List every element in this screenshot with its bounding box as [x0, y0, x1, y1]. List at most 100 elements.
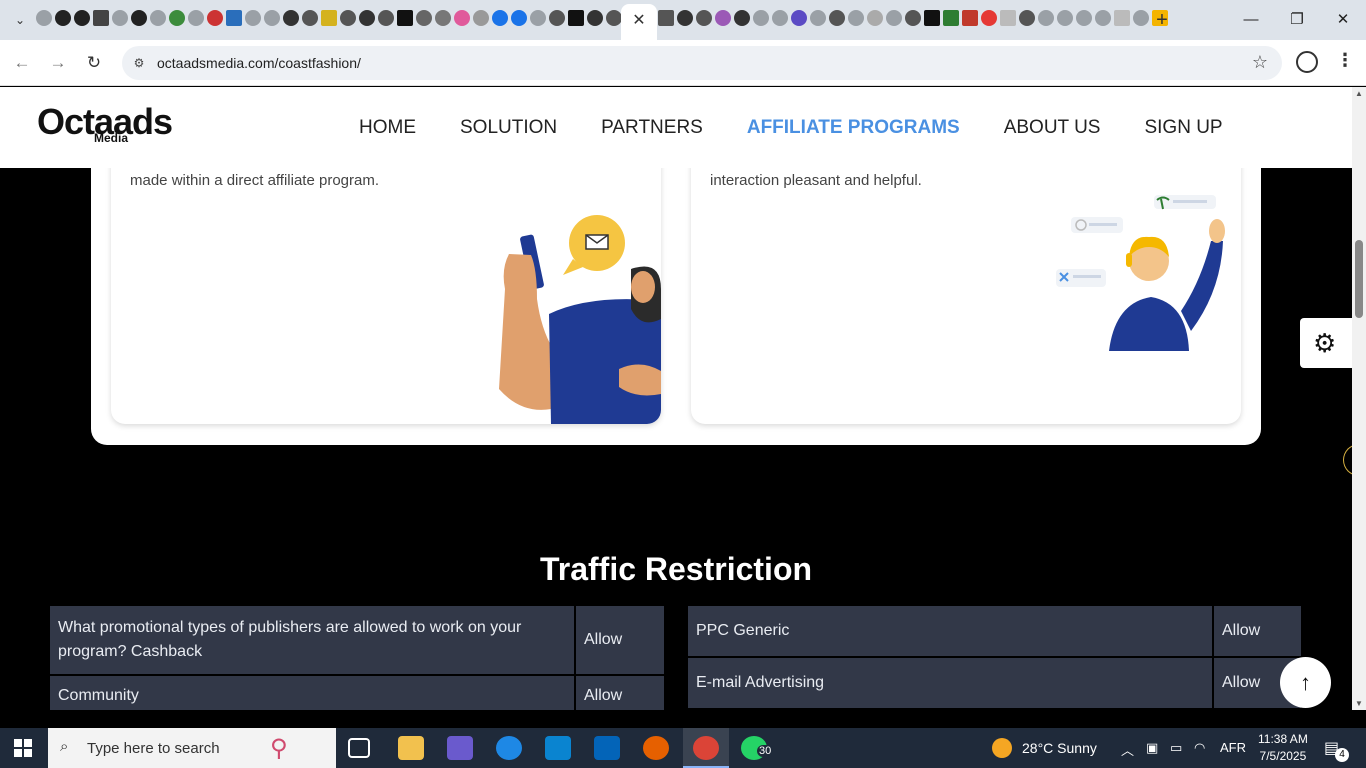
- system-clock[interactable]: 11:38 AM 7/5/2025: [1258, 731, 1308, 765]
- wifi-icon[interactable]: ◠: [1194, 740, 1205, 756]
- tab-favicon-icon[interactable]: [924, 10, 940, 26]
- scrollbar-thumb[interactable]: [1355, 240, 1363, 318]
- side-widget[interactable]: [1343, 444, 1352, 476]
- close-window-button[interactable]: ✕: [1320, 0, 1366, 40]
- tab-favicon-icon[interactable]: [226, 10, 242, 26]
- scroll-to-top-button[interactable]: ↑: [1280, 657, 1331, 708]
- windows-start-icon[interactable]: [14, 739, 32, 757]
- tab-favicon-icon[interactable]: [696, 10, 712, 26]
- scroll-up-icon[interactable]: ▲: [1355, 89, 1363, 98]
- tab-favicon-icon[interactable]: [169, 10, 185, 26]
- tab-favicon-icon[interactable]: [734, 10, 750, 26]
- tab-favicon-icon[interactable]: [715, 10, 731, 26]
- tab-favicon-icon[interactable]: [511, 10, 527, 26]
- tab-search-icon[interactable]: ⌄: [8, 8, 32, 32]
- tab-favicon-icon[interactable]: [1000, 10, 1016, 26]
- tab-favicon-icon[interactable]: [962, 10, 978, 26]
- tab-favicon-icon[interactable]: [492, 10, 508, 26]
- nav-solution[interactable]: SOLUTION: [460, 117, 557, 139]
- tab-favicon-icon[interactable]: [848, 10, 864, 26]
- microsoft-store-icon[interactable]: [545, 736, 571, 760]
- tab-favicon-icon[interactable]: [416, 10, 432, 26]
- tab-favicon-icon[interactable]: [55, 10, 71, 26]
- close-tab-icon[interactable]: ✕: [632, 12, 645, 29]
- tab-favicon-icon[interactable]: [112, 10, 128, 26]
- minimize-button[interactable]: —: [1228, 0, 1274, 40]
- settings-button[interactable]: ⚙: [1300, 318, 1352, 368]
- tab-favicon-icon[interactable]: [568, 10, 584, 26]
- tab-favicon-icon[interactable]: [905, 10, 921, 26]
- tab-favicon-icon[interactable]: [378, 10, 394, 26]
- tab-favicon-icon[interactable]: [530, 10, 546, 26]
- site-info-icon[interactable]: ⚙: [130, 54, 148, 72]
- address-bar[interactable]: ⚙ octaadsmedia.com/coastfashion/ ☆: [122, 46, 1282, 80]
- scroll-down-icon[interactable]: ▼: [1355, 699, 1363, 708]
- tab-favicon-icon[interactable]: [1095, 10, 1111, 26]
- tab-favicon-icon[interactable]: [677, 10, 693, 26]
- tab-favicon-icon[interactable]: [753, 10, 769, 26]
- nav-sign-up[interactable]: SIGN UP: [1144, 117, 1222, 139]
- nav-partners[interactable]: PARTNERS: [601, 117, 703, 139]
- tab-favicon-icon[interactable]: [549, 10, 565, 26]
- nav-affiliate-programs[interactable]: AFFILIATE PROGRAMS: [747, 117, 960, 139]
- firefox-icon[interactable]: [643, 736, 669, 760]
- tab-favicon-icon[interactable]: [454, 10, 470, 26]
- tab-favicon-icon[interactable]: [658, 10, 674, 26]
- tab-favicon-icon[interactable]: [473, 10, 489, 26]
- tab-favicon-icon[interactable]: [772, 10, 788, 26]
- url-text[interactable]: octaadsmedia.com/coastfashion/: [157, 55, 361, 71]
- tab-favicon-icon[interactable]: [207, 10, 223, 26]
- file-explorer-icon[interactable]: [398, 736, 424, 760]
- tab-favicon-icon[interactable]: [321, 10, 337, 26]
- taskbar-search-box[interactable]: ⌕ Type here to search ⚲: [48, 728, 336, 768]
- tab-favicon-icon[interactable]: [1019, 10, 1035, 26]
- tab-favicon-icon[interactable]: [264, 10, 280, 26]
- tab-favicon-icon[interactable]: [606, 10, 622, 26]
- tab-favicon-icon[interactable]: [1076, 10, 1092, 26]
- tab-favicon-icon[interactable]: [302, 10, 318, 26]
- nav-home[interactable]: HOME: [359, 117, 416, 139]
- weather-sun-icon[interactable]: [992, 738, 1012, 758]
- language-indicator[interactable]: AFR: [1220, 740, 1246, 755]
- tab-favicon-icon[interactable]: [981, 10, 997, 26]
- tab-favicon-icon[interactable]: [131, 10, 147, 26]
- tab-favicon-icon[interactable]: [359, 10, 375, 26]
- taskbar-search-placeholder[interactable]: Type here to search: [87, 740, 220, 757]
- active-tab[interactable]: ✕: [621, 4, 657, 40]
- battery-icon[interactable]: ▭: [1170, 740, 1182, 756]
- tab-favicon-icon[interactable]: [867, 10, 883, 26]
- tab-favicon-icon[interactable]: [791, 10, 807, 26]
- copilot-icon[interactable]: [447, 736, 473, 760]
- tab-favicon-icon[interactable]: [36, 10, 52, 26]
- tab-favicon-icon[interactable]: [74, 10, 90, 26]
- task-view-icon[interactable]: [348, 738, 370, 758]
- back-arrow-icon[interactable]: ←: [10, 51, 34, 75]
- tray-chevron-icon[interactable]: ︿: [1121, 740, 1134, 759]
- bookmark-star-icon[interactable]: ☆: [1252, 52, 1268, 73]
- tab-favicon-icon[interactable]: [1114, 10, 1130, 26]
- chrome-icon[interactable]: [693, 736, 719, 760]
- page-scrollbar[interactable]: ▲ ▼: [1352, 87, 1366, 710]
- tab-favicon-icon[interactable]: [810, 10, 826, 26]
- tab-favicon-icon[interactable]: [397, 10, 413, 26]
- meet-icon[interactable]: ▣: [1146, 740, 1158, 756]
- tab-favicon-icon[interactable]: [587, 10, 603, 26]
- tab-favicon-icon[interactable]: [245, 10, 261, 26]
- tab-favicon-icon[interactable]: [1133, 10, 1149, 26]
- restore-button[interactable]: ❐: [1274, 0, 1320, 40]
- tab-favicon-icon[interactable]: [150, 10, 166, 26]
- tab-favicon-icon[interactable]: [283, 10, 299, 26]
- tab-favicon-icon[interactable]: [188, 10, 204, 26]
- more-menu-icon[interactable]: ⋮: [1336, 50, 1354, 71]
- tab-favicon-icon[interactable]: [435, 10, 451, 26]
- tab-favicon-icon[interactable]: [1057, 10, 1073, 26]
- tab-favicon-icon[interactable]: [943, 10, 959, 26]
- profile-icon[interactable]: [1296, 51, 1318, 73]
- nav-about-us[interactable]: ABOUT US: [1004, 117, 1101, 139]
- tab-favicon-icon[interactable]: [829, 10, 845, 26]
- tab-favicon-icon[interactable]: [93, 10, 109, 26]
- tab-favicon-icon[interactable]: [340, 10, 356, 26]
- new-tab-button[interactable]: +: [1150, 8, 1174, 32]
- reload-icon[interactable]: ↻: [82, 51, 106, 75]
- outlook-icon[interactable]: [594, 736, 620, 760]
